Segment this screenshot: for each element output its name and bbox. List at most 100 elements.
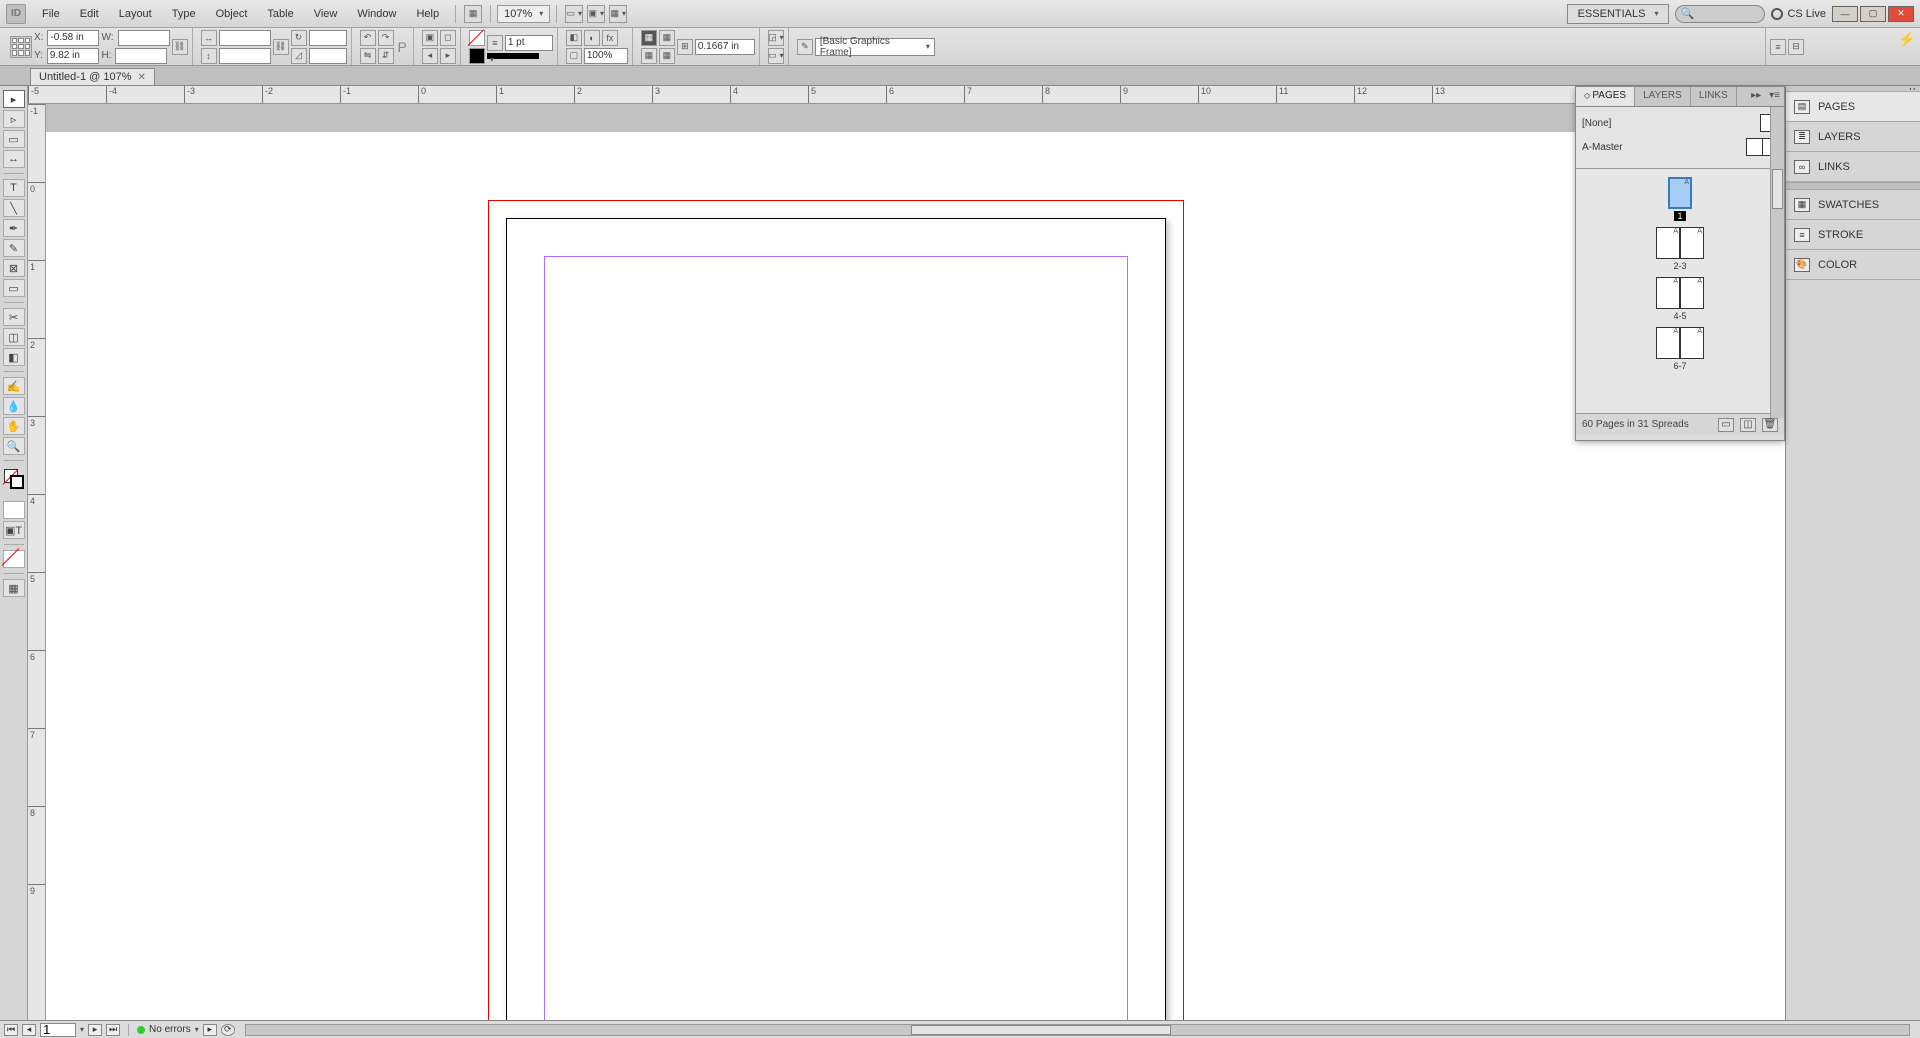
selection-tool[interactable]: ▸ xyxy=(3,90,25,108)
panel-button-swatches[interactable]: ▦SWATCHES xyxy=(1786,190,1920,220)
panel-button-links[interactable]: ∞LINKS xyxy=(1786,152,1920,182)
align-panel-icon[interactable]: ≡ xyxy=(1770,39,1786,55)
reference-point[interactable] xyxy=(10,36,32,58)
drop-shadow-icon[interactable]: ◧ xyxy=(566,30,582,46)
view-options-icon[interactable]: ▭ xyxy=(565,5,583,23)
stroke-style-select[interactable] xyxy=(487,53,539,59)
fill-stroke-tools[interactable] xyxy=(4,469,24,489)
cslive-button[interactable]: CS Live xyxy=(1771,8,1826,20)
corner-options-icon[interactable]: ◲ xyxy=(768,30,784,46)
edit-page-size-button[interactable]: ▭ xyxy=(1718,418,1734,432)
gradient-swatch-tool[interactable]: ◧ xyxy=(3,348,25,366)
fill-swatch[interactable] xyxy=(469,30,485,46)
rotate-input[interactable] xyxy=(309,30,347,46)
collapse-panel-icon[interactable]: ▸▸ xyxy=(1747,87,1765,106)
panel-menu-icon[interactable]: ▾≡ xyxy=(1765,87,1784,106)
pages-scrollbar[interactable] xyxy=(1770,107,1784,418)
menu-edit[interactable]: Edit xyxy=(70,4,109,24)
page-thumb[interactable]: A xyxy=(1656,327,1680,359)
flip-v-icon[interactable]: ⇵ xyxy=(378,48,394,64)
bridge-icon[interactable]: ▦ xyxy=(464,5,482,23)
page-thumb[interactable]: A xyxy=(1680,227,1704,259)
hand-tool[interactable]: ✋ xyxy=(3,417,25,435)
x-input[interactable] xyxy=(47,30,99,46)
master-a[interactable]: A-Master xyxy=(1582,135,1778,159)
zoom-level[interactable]: 107% xyxy=(497,5,550,23)
line-tool[interactable]: ╲ xyxy=(3,199,25,217)
minimize-button[interactable]: — xyxy=(1832,6,1858,22)
menu-table[interactable]: Table xyxy=(257,4,303,24)
pencil-tool[interactable]: ✎ xyxy=(3,239,25,257)
w-input[interactable] xyxy=(118,30,170,46)
sync-button[interactable]: ⟳ xyxy=(221,1024,235,1036)
last-page-button[interactable]: ⏭ xyxy=(106,1024,120,1036)
vertical-ruler[interactable]: -10123456789 xyxy=(28,104,46,1020)
next-page-button[interactable]: ▸ xyxy=(88,1024,102,1036)
type-tool[interactable]: T xyxy=(3,179,25,197)
arrange-docs-icon[interactable]: ▦ xyxy=(609,5,627,23)
distribute-icon[interactable]: ⊟ xyxy=(1788,39,1804,55)
rectangle-tool[interactable]: ▭ xyxy=(3,279,25,297)
workspace-switcher[interactable]: ESSENTIALS xyxy=(1567,4,1670,24)
menu-window[interactable]: Window xyxy=(347,4,406,24)
flip-h-icon[interactable]: ⇋ xyxy=(360,48,376,64)
gap-tool[interactable]: ↔ xyxy=(3,150,25,168)
tab-links[interactable]: LINKS xyxy=(1691,87,1737,106)
panel-button-stroke[interactable]: ≡STROKE xyxy=(1786,220,1920,250)
menu-help[interactable]: Help xyxy=(406,4,449,24)
wrap-jump-icon[interactable]: ▦ xyxy=(659,48,675,64)
search-input[interactable]: 🔍 xyxy=(1675,5,1765,23)
panel-button-pages[interactable]: ▤PAGES xyxy=(1786,92,1920,122)
close-button[interactable]: ✕ xyxy=(1888,6,1914,22)
spread[interactable]: A1 xyxy=(1668,177,1692,221)
page-thumb[interactable]: A xyxy=(1668,177,1692,209)
gap-input[interactable] xyxy=(695,39,755,55)
stroke-weight-input[interactable] xyxy=(505,35,553,51)
panel-button-layers[interactable]: ≣LAYERS xyxy=(1786,122,1920,152)
default-fill-stroke[interactable] xyxy=(3,550,25,568)
shear-input[interactable] xyxy=(309,48,347,64)
tab-pages[interactable]: ◇ PAGES xyxy=(1576,87,1635,106)
spread[interactable]: AA4-5 xyxy=(1656,277,1704,321)
delete-page-button[interactable]: 🗑 xyxy=(1762,418,1778,432)
pages-list[interactable]: A1 AA2-3 AA4-5 AA6-7 xyxy=(1576,169,1784,413)
next-object-icon[interactable]: ▸ xyxy=(440,48,456,64)
document-tab[interactable]: Untitled-1 @ 107% ✕ xyxy=(30,68,155,85)
h-input[interactable] xyxy=(115,48,167,64)
apply-color-button[interactable] xyxy=(3,501,25,519)
spread[interactable]: AA6-7 xyxy=(1656,327,1704,371)
menu-object[interactable]: Object xyxy=(206,4,258,24)
object-style-select[interactable]: [Basic Graphics Frame] xyxy=(815,38,935,56)
free-transform-tool[interactable]: ◫ xyxy=(3,328,25,346)
fx-icon[interactable]: fx xyxy=(602,30,618,46)
scissors-tool[interactable]: ✂ xyxy=(3,308,25,326)
scrollbar-thumb[interactable] xyxy=(1772,169,1783,209)
pen-tool[interactable]: ✒ xyxy=(3,219,25,237)
close-tab-icon[interactable]: ✕ xyxy=(138,72,146,83)
opacity-input[interactable] xyxy=(584,48,628,64)
first-page-button[interactable]: ⏮ xyxy=(4,1024,18,1036)
wrap-shape-icon[interactable]: ▦ xyxy=(641,48,657,64)
new-page-button[interactable]: ◫ xyxy=(1740,418,1756,432)
rotate-cw-icon[interactable]: ↷ xyxy=(378,30,394,46)
scale-y-input[interactable] xyxy=(219,48,271,64)
note-tool[interactable]: ✍ xyxy=(3,377,25,395)
quick-apply-icon[interactable]: ⚡ xyxy=(1898,31,1914,47)
wrap-none-icon[interactable]: ▦ xyxy=(641,30,657,46)
page-thumb[interactable]: A xyxy=(1680,277,1704,309)
y-input[interactable] xyxy=(47,48,99,64)
select-content-icon[interactable]: ◻ xyxy=(440,30,456,46)
formatting-container-button[interactable]: ▣T xyxy=(3,521,25,539)
prev-object-icon[interactable]: ◂ xyxy=(422,48,438,64)
page-thumb[interactable]: A xyxy=(1656,227,1680,259)
page-thumb[interactable]: A xyxy=(1680,327,1704,359)
tab-layers[interactable]: LAYERS xyxy=(1635,87,1691,106)
prev-page-button[interactable]: ◂ xyxy=(22,1024,36,1036)
horizontal-scrollbar[interactable] xyxy=(245,1024,1910,1036)
master-none[interactable]: [None] xyxy=(1582,111,1778,135)
constrain-wh-icon[interactable]: ⛓ xyxy=(172,39,188,55)
page-dropdown-icon[interactable]: ▾ xyxy=(80,1025,84,1034)
opacity-icon[interactable]: ◐ xyxy=(584,30,600,46)
spread[interactable]: AA2-3 xyxy=(1656,227,1704,271)
page-number-input[interactable] xyxy=(40,1023,76,1037)
